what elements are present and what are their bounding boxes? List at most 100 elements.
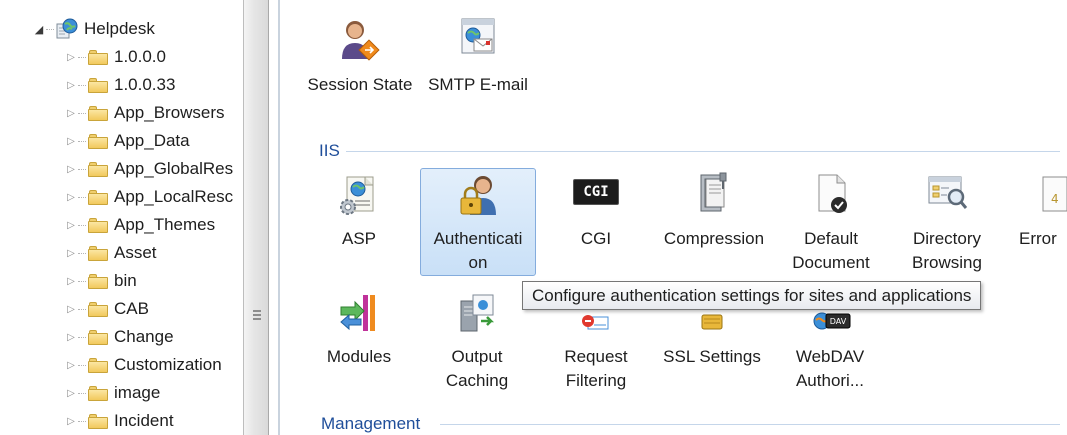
tree-node-label: App_LocalResc xyxy=(114,187,234,206)
tree-node-folder[interactable]: ▷ App_Data xyxy=(64,127,190,155)
tree-connector xyxy=(78,84,86,86)
tree-connector xyxy=(78,196,86,198)
folder-icon xyxy=(88,161,108,177)
tree-node-folder[interactable]: ▷ App_Browsers xyxy=(64,99,225,127)
splitter-grip-icon[interactable] xyxy=(253,310,261,320)
cgi-icon: CGI xyxy=(573,179,619,205)
tree-node-folder[interactable]: ▷ Change xyxy=(64,323,173,351)
tree-node-label: 1.0.0.0 xyxy=(114,47,166,66)
expand-arrow-icon[interactable]: ▷ xyxy=(64,80,78,91)
group-divider xyxy=(346,151,1060,152)
tree-connector xyxy=(78,392,86,394)
tree-connector xyxy=(78,168,86,170)
tree-node-label: Asset xyxy=(114,243,157,262)
feature-label: Directory xyxy=(912,229,981,248)
error-pages-icon: 4 xyxy=(1042,176,1067,212)
tree-node-label: CAB xyxy=(114,299,149,318)
folder-icon xyxy=(88,273,108,289)
tree-node-folder[interactable]: ▷ Incident xyxy=(64,407,174,435)
tree-node-folder[interactable]: ▷ image xyxy=(64,379,160,407)
modules-icon xyxy=(340,295,375,331)
expand-arrow-icon[interactable]: ▷ xyxy=(64,248,78,259)
folder-icon xyxy=(88,357,108,373)
default-document-icon xyxy=(818,174,847,213)
tree-node-folder[interactable]: ▷ CAB xyxy=(64,295,149,323)
tree-node-folder[interactable]: ▷ bin xyxy=(64,267,137,295)
expand-arrow-icon[interactable]: ▷ xyxy=(64,108,78,119)
tree-node-folder[interactable]: ▷ Asset xyxy=(64,239,157,267)
tree-node-label: App_Themes xyxy=(114,215,216,234)
feature-label: Compression xyxy=(663,229,765,248)
tree-connector xyxy=(78,112,86,114)
feature-authentication[interactable]: Authenticati on xyxy=(420,168,536,276)
expand-arrow-icon[interactable]: ▷ xyxy=(64,164,78,175)
feature-label: Filtering xyxy=(565,371,627,390)
expand-arrow-icon[interactable]: ▷ xyxy=(64,360,78,371)
feature-label: Document xyxy=(792,253,870,272)
feature-asp[interactable]: ASP xyxy=(310,168,408,276)
compression-icon xyxy=(700,172,727,212)
folder-icon xyxy=(88,385,108,401)
folder-icon xyxy=(88,105,108,121)
tree-node-folder[interactable]: ▷ App_Themes xyxy=(64,211,215,239)
tree-node-label: App_Browsers xyxy=(114,103,225,122)
feature-directory-browsing[interactable]: Directory Browsing xyxy=(896,168,998,276)
tree-node-folder[interactable]: ▷ App_GlobalRes xyxy=(64,155,233,183)
expand-arrow-icon[interactable]: ▷ xyxy=(64,136,78,147)
feature-label: Modules xyxy=(326,347,392,366)
feature-default-document[interactable]: Default Document xyxy=(782,168,880,276)
feature-label: CGI xyxy=(580,229,612,248)
folder-icon xyxy=(88,245,108,261)
expand-arrow-icon[interactable]: ▷ xyxy=(64,52,78,63)
directory-browsing-icon xyxy=(928,176,968,209)
tree-connector xyxy=(78,364,86,366)
tree-node-label: bin xyxy=(114,271,137,290)
feature-compression[interactable]: Compression xyxy=(652,168,776,276)
feature-label: SSL Settings xyxy=(663,347,761,366)
folder-icon xyxy=(88,301,108,317)
folder-icon xyxy=(88,413,108,429)
session-state-icon xyxy=(342,21,380,61)
tree-node-label: Incident xyxy=(114,411,174,430)
tree-node-helpdesk[interactable]: ◢ Helpdesk xyxy=(32,15,155,43)
svg-text:4: 4 xyxy=(1051,192,1059,206)
tree-node-label: App_Data xyxy=(114,131,190,150)
tree-connector xyxy=(78,280,86,282)
tree-node-folder[interactable]: ▷ Customization xyxy=(64,351,222,379)
folder-icon xyxy=(88,329,108,345)
expand-arrow-icon[interactable]: ▷ xyxy=(64,416,78,427)
tree-node-label: Customization xyxy=(114,355,222,374)
tree-node-label: App_GlobalRes xyxy=(114,159,234,178)
feature-session-state[interactable]: Session State xyxy=(302,12,418,102)
tree-node-label: image xyxy=(114,383,161,402)
feature-label: Default xyxy=(804,229,858,248)
tree-connector xyxy=(78,56,86,58)
feature-modules[interactable]: Modules xyxy=(310,282,408,398)
expand-arrow-icon[interactable]: ▷ xyxy=(64,388,78,399)
group-title-management: Management xyxy=(321,414,421,433)
tree-connector xyxy=(78,308,86,310)
feature-error-pages[interactable]: 4 Error xyxy=(1012,168,1067,276)
feature-label: Output xyxy=(451,347,503,366)
expand-arrow-icon[interactable]: ▷ xyxy=(64,332,78,343)
feature-cgi[interactable]: CGI CGI xyxy=(552,168,640,276)
tree-node-folder[interactable]: ▷ 1.0.0.0 xyxy=(64,43,166,71)
request-filtering-icon xyxy=(582,315,609,330)
feature-output-caching[interactable]: Output Caching xyxy=(428,282,526,398)
feature-smtp-email[interactable]: SMTP E-mail xyxy=(420,12,536,102)
collapse-arrow-icon[interactable]: ◢ xyxy=(32,23,46,36)
folder-icon xyxy=(88,77,108,93)
expand-arrow-icon[interactable]: ▷ xyxy=(64,276,78,287)
pane-splitter[interactable] xyxy=(243,0,269,435)
site-tree: ◢ Helpdesk ▷ 1.0.0.0 ▷ 1.0.0.33 ▷ App_Br xyxy=(0,0,243,435)
tree-connector xyxy=(78,252,86,254)
tree-node-folder[interactable]: ▷ App_LocalResc xyxy=(64,183,233,211)
tree-node-folder[interactable]: ▷ 1.0.0.33 xyxy=(64,71,175,99)
feature-label: Authenticati xyxy=(433,229,523,248)
website-globe-icon xyxy=(56,18,78,40)
ssl-settings-icon xyxy=(701,314,723,330)
expand-arrow-icon[interactable]: ▷ xyxy=(64,220,78,231)
group-divider xyxy=(440,424,1060,425)
expand-arrow-icon[interactable]: ▷ xyxy=(64,304,78,315)
expand-arrow-icon[interactable]: ▷ xyxy=(64,192,78,203)
